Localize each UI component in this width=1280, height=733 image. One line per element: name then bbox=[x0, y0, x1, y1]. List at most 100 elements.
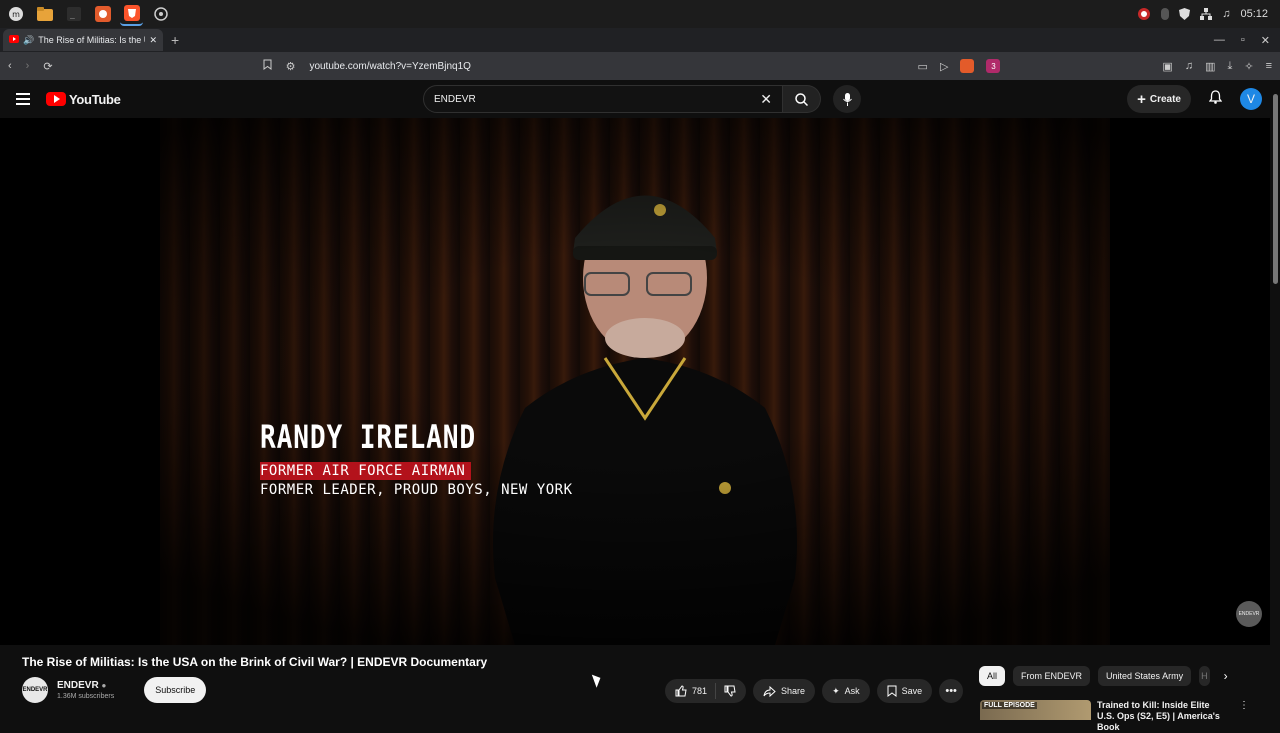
speaker-role-primary: FORMER AIR FORCE AIRMAN bbox=[260, 462, 472, 480]
save-button[interactable]: Save bbox=[876, 679, 933, 703]
youtube-logo[interactable]: YouTube bbox=[46, 92, 121, 107]
search-icon bbox=[795, 92, 808, 106]
notifications-bell-icon[interactable] bbox=[1208, 89, 1223, 109]
voice-search-button[interactable] bbox=[833, 85, 861, 113]
video-player[interactable]: RANDY IRELAND FORMER AIR FORCE AIRMAN FO… bbox=[0, 118, 1270, 645]
forward-icon[interactable]: › bbox=[26, 60, 30, 72]
create-label: Create bbox=[1149, 93, 1181, 105]
cast-icon[interactable]: ▭ bbox=[918, 60, 928, 73]
app-launcher: m _ bbox=[0, 3, 172, 26]
like-count: 781 bbox=[692, 686, 708, 696]
subscribe-button[interactable]: Subscribe bbox=[144, 677, 207, 703]
thumbs-down-icon bbox=[724, 685, 736, 697]
related-filter-chips: All From ENDEVR United States Army H › bbox=[979, 666, 1228, 686]
microphone-icon bbox=[842, 92, 852, 106]
terminal-icon[interactable]: _ bbox=[62, 3, 85, 26]
clear-search-icon[interactable]: ✕ bbox=[760, 91, 772, 108]
close-window-icon[interactable]: ✕ bbox=[1261, 34, 1270, 47]
share-button[interactable]: Share bbox=[753, 679, 816, 703]
window-controls: — ▫ ✕ bbox=[1214, 34, 1280, 47]
sidebar-icon[interactable]: ▥ bbox=[1205, 60, 1215, 73]
close-tab-icon[interactable]: ✕ bbox=[149, 35, 157, 46]
shield-icon[interactable] bbox=[1179, 8, 1191, 20]
share-label: Share bbox=[781, 686, 806, 696]
search-input[interactable] bbox=[434, 93, 761, 105]
create-button[interactable]: + Create bbox=[1127, 85, 1191, 113]
dislike-button[interactable] bbox=[716, 685, 746, 697]
speaker-name: RANDY IRELAND bbox=[260, 418, 477, 456]
channel-avatar[interactable]: ENDEVR bbox=[22, 677, 48, 703]
page-scrollbar[interactable] bbox=[1270, 80, 1280, 720]
channel-name-row[interactable]: ENDEVR ● bbox=[57, 680, 114, 691]
youtube-masthead: YouTube ✕ + Create V bbox=[0, 80, 1280, 118]
speaker-role-secondary: FORMER LEADER, PROUD BOYS, NEW YORK bbox=[260, 482, 573, 498]
reload-icon[interactable]: ⟳ bbox=[43, 60, 52, 73]
minimize-icon[interactable]: — bbox=[1214, 34, 1225, 47]
url-field[interactable]: youtube.com/watch?v=YzemBjnq1Q bbox=[309, 61, 470, 72]
brave-icon[interactable] bbox=[120, 3, 143, 26]
more-actions-icon[interactable]: ••• bbox=[939, 679, 964, 703]
media-icon[interactable]: ♫ bbox=[1185, 60, 1193, 72]
recommended-title[interactable]: Trained to Kill: Inside Elite U.S. Ops (… bbox=[1097, 700, 1227, 733]
scrollbar-thumb[interactable] bbox=[1273, 94, 1278, 284]
plus-icon: + bbox=[1137, 90, 1146, 108]
guide-menu-icon[interactable] bbox=[16, 93, 30, 105]
back-icon[interactable]: ‹ bbox=[8, 60, 12, 72]
account-avatar[interactable]: V bbox=[1240, 88, 1262, 110]
like-dislike-group: 781 bbox=[665, 679, 747, 703]
channel-watermark[interactable]: ENDEVR bbox=[1236, 601, 1262, 627]
music-icon[interactable]: ♫ bbox=[1222, 8, 1230, 20]
recommended-thumbnail[interactable]: FULL EPISODE bbox=[980, 700, 1091, 720]
chevron-right-icon[interactable]: › bbox=[1224, 669, 1228, 683]
os-top-panel: m _ ♫ 05:12 bbox=[0, 0, 1280, 28]
youtube-play-icon bbox=[46, 92, 66, 106]
bookmark-icon[interactable] bbox=[263, 59, 272, 73]
brave-shields-icon[interactable] bbox=[960, 59, 975, 73]
files-icon[interactable] bbox=[33, 3, 56, 26]
clock[interactable]: 05:12 bbox=[1240, 8, 1268, 20]
channel-name[interactable]: ENDEVR bbox=[57, 680, 99, 691]
downloads-icon[interactable]: ⤓ bbox=[1227, 60, 1232, 73]
menu-icon[interactable]: ≡ bbox=[1266, 60, 1272, 72]
firefox-icon[interactable] bbox=[91, 3, 114, 26]
recommended-menu-icon[interactable]: ⋮ bbox=[1239, 700, 1249, 733]
screenshot-icon[interactable]: ▣ bbox=[1162, 60, 1172, 73]
ask-label: Ask bbox=[844, 686, 860, 696]
toggle-icon[interactable] bbox=[1161, 8, 1170, 20]
search-button[interactable] bbox=[783, 85, 821, 113]
play-icon[interactable]: ▷ bbox=[940, 60, 948, 73]
search-field-container: ✕ bbox=[423, 85, 783, 113]
browser-tab-strip: 🔊 The Rise of Militias: Is the U ✕ + — ▫… bbox=[0, 28, 1280, 52]
like-button[interactable]: 781 bbox=[665, 683, 717, 699]
youtube-logo-text: YouTube bbox=[69, 91, 121, 107]
svg-text:m: m bbox=[12, 10, 20, 19]
video-actions: 781 Share ✦ Ask Save ••• bbox=[665, 679, 964, 703]
leo-ai-icon[interactable]: ✧ bbox=[1244, 60, 1253, 73]
chip-all[interactable]: All bbox=[979, 666, 1006, 686]
chip-from-endevr[interactable]: From ENDEVR bbox=[1013, 666, 1091, 686]
webapp-icon[interactable] bbox=[149, 3, 172, 26]
browser-toolbar: ‹ › ⟳ ⚙ youtube.com/watch?v=YzemBjnq1Q ▭… bbox=[0, 52, 1280, 80]
sparkle-icon: ✦ bbox=[832, 685, 840, 696]
update-icon[interactable] bbox=[1137, 7, 1151, 21]
site-info-icon[interactable]: ⚙ bbox=[286, 60, 296, 73]
new-tab-button[interactable]: + bbox=[171, 32, 179, 48]
subscriber-count: 1.36M subscribers bbox=[57, 693, 115, 700]
youtube-favicon-icon bbox=[9, 35, 19, 45]
lower-third-caption: RANDY IRELAND FORMER AIR FORCE AIRMAN FO… bbox=[260, 418, 573, 498]
chip-united-states-army[interactable]: United States Army bbox=[1098, 666, 1192, 686]
ask-button[interactable]: ✦ Ask bbox=[822, 679, 870, 703]
save-bookmark-icon bbox=[887, 685, 897, 697]
network-icon[interactable] bbox=[1200, 8, 1213, 20]
recommended-video[interactable]: FULL EPISODE Trained to Kill: Inside Eli… bbox=[980, 700, 1249, 733]
chip-truncated[interactable]: H bbox=[1199, 666, 1210, 686]
maximize-icon[interactable]: ▫ bbox=[1241, 34, 1245, 47]
verified-icon: ● bbox=[101, 681, 107, 690]
thumbnail-badge: FULL EPISODE bbox=[982, 702, 1037, 709]
mint-menu-icon[interactable]: m bbox=[4, 3, 27, 26]
audio-playing-icon[interactable]: 🔊 bbox=[23, 35, 34, 46]
channel-row: ENDEVR ENDEVR ● 1.36M subscribers Subscr… bbox=[22, 677, 207, 703]
browser-tab-active[interactable]: 🔊 The Rise of Militias: Is the U ✕ bbox=[3, 29, 163, 51]
rewards-badge[interactable]: 3 bbox=[986, 59, 1001, 73]
save-label: Save bbox=[901, 686, 923, 696]
